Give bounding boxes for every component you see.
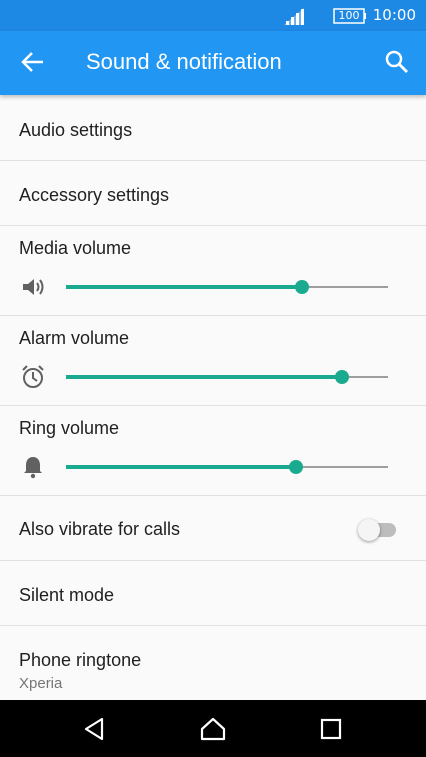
back-arrow-icon[interactable] [20, 49, 46, 75]
media-volume-label: Media volume [19, 238, 132, 258]
ring-volume-thumb[interactable] [288, 460, 303, 474]
accessory-settings-item[interactable]: Accessory settings [0, 161, 426, 226]
vibrate-for-calls-item[interactable]: Also vibrate for calls [0, 496, 426, 561]
search-icon[interactable] [384, 49, 410, 75]
media-volume-thumb[interactable] [295, 280, 310, 294]
ring-volume-item: Ring volume [0, 406, 426, 496]
media-volume-fill [66, 285, 303, 289]
ring-volume-slider[interactable] [66, 460, 388, 474]
phone-ringtone-value: Xperia [19, 675, 63, 692]
media-volume-slider[interactable] [66, 280, 388, 294]
signal-icon [284, 8, 304, 25]
battery-level: 100 [338, 9, 360, 22]
alarm-clock-icon [22, 365, 44, 388]
alarm-volume-fill [66, 375, 342, 379]
settings-list: Audio settings Accessory settings Media … [0, 96, 426, 706]
status-bar: 100 10:00 [0, 0, 426, 31]
audio-settings-label: Audio settings [19, 120, 133, 140]
vibrate-for-calls-label: Also vibrate for calls [19, 519, 181, 539]
navigation-bar [0, 700, 426, 757]
vibrate-toggle[interactable] [358, 517, 398, 541]
ring-volume-fill [66, 465, 296, 469]
alarm-volume-label: Alarm volume [19, 328, 130, 348]
phone-ringtone-item[interactable]: Phone ringtone Xperia [0, 626, 426, 706]
status-time: 10:00 [372, 6, 416, 24]
page-title: Sound & notification [86, 49, 282, 74]
alarm-volume-slider[interactable] [66, 370, 388, 384]
alarm-volume-item: Alarm volume [0, 316, 426, 406]
phone-ringtone-label: Phone ringtone [19, 650, 142, 670]
audio-settings-item[interactable]: Audio settings [0, 96, 426, 161]
accessory-settings-label: Accessory settings [19, 185, 170, 205]
nav-back-icon[interactable] [82, 716, 108, 742]
alarm-volume-thumb[interactable] [334, 370, 349, 384]
vibrate-toggle-knob [358, 519, 380, 541]
bell-icon [24, 457, 42, 479]
nav-recents-icon[interactable] [318, 716, 344, 742]
silent-mode-item[interactable]: Silent mode [0, 561, 426, 626]
speaker-icon [23, 279, 44, 295]
ring-volume-label: Ring volume [19, 418, 120, 438]
media-volume-item: Media volume [0, 226, 426, 316]
silent-mode-label: Silent mode [19, 585, 115, 605]
app-bar: Sound & notification [0, 31, 426, 95]
nav-home-icon[interactable] [200, 716, 226, 742]
